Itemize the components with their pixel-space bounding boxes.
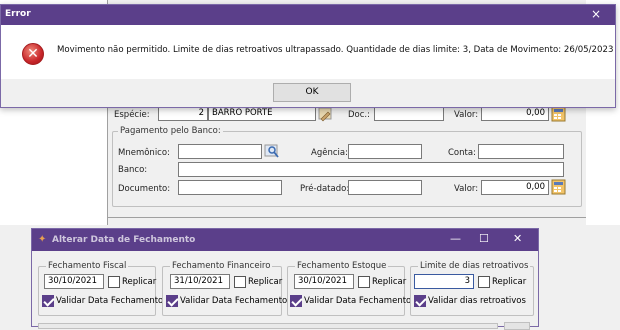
predatado-label: Pré-datado: [300,184,350,194]
bottom-panel [38,323,498,329]
valor-top-field[interactable]: 0,00 [481,106,549,121]
error-dialog: Error × ✕ Movimento não permitido. Limit… [0,4,616,108]
error-message: Movimento não permitido. Limite de dias … [57,45,614,55]
replicar-checkbox[interactable] [478,276,490,288]
replicar-checkbox[interactable] [234,276,246,288]
replicar-label: Replicar [248,277,283,287]
maximize-icon[interactable]: ☐ [479,232,489,245]
error-titlebar: Error × [1,5,615,25]
close-icon[interactable]: × [591,7,601,21]
doc-label: Doc.: [348,110,370,120]
conta-label: Conta: [448,148,476,158]
validar-label: Validar dias retroativos [428,296,526,306]
agencia-field[interactable] [348,144,422,159]
group-legend: Fechamento Financeiro [170,261,273,271]
calculator-icon[interactable] [551,179,567,195]
dialog-title: Alterar Data de Fechamento [52,235,196,245]
valor-field[interactable]: 0,00 [481,180,549,195]
valor-top-label: Valor: [454,110,479,120]
lookup-icon[interactable] [318,106,334,122]
especie-code-field[interactable]: 2 [158,106,208,121]
especie-name-field[interactable]: BARRO PORTE [208,106,316,121]
error-footer: OK [1,79,615,107]
error-title: Error [5,9,31,19]
group-legend: Fechamento Fiscal [46,261,129,271]
validar-checkbox[interactable] [166,295,178,307]
replicar-label: Replicar [372,277,407,287]
validar-checkbox[interactable] [290,295,302,307]
replicar-checkbox[interactable] [108,276,120,288]
validar-label: Validar Data Fechamento [304,296,412,306]
group-legend: Limite de dias retroativos [418,261,531,271]
pagamento-banco-legend: Pagamento pelo Banco: [118,126,223,136]
documento-label: Documento: [118,184,171,194]
validar-label: Validar Data Fechamento [180,296,288,306]
error-body: ✕ Movimento não permitido. Limite de dia… [1,25,615,79]
dialog-titlebar: ✦ Alterar Data de Fechamento — ☐ ✕ [32,229,538,251]
mnemonico-label: Mnemônico: [118,148,170,158]
validar-checkbox[interactable] [42,295,54,307]
fiscal-date-field[interactable]: 30/10/2021 [44,274,104,289]
validar-label: Validar Data Fechamento [56,296,164,306]
conta-field[interactable] [478,144,564,159]
documento-field[interactable] [178,180,282,195]
valor-label: Valor: [454,184,479,194]
validar-checkbox[interactable] [414,295,426,307]
replicar-label: Replicar [492,277,527,287]
mnemonico-field[interactable] [178,144,262,159]
banco-label: Banco: [118,165,148,175]
predatado-field[interactable] [348,180,422,195]
financeiro-date-field[interactable]: 31/10/2021 [170,274,230,289]
group-legend: Fechamento Estoque [295,261,389,271]
lookup-icon[interactable] [264,143,280,159]
replicar-checkbox[interactable] [358,276,370,288]
agencia-label: Agência: [311,148,348,158]
close-icon[interactable]: ✕ [513,232,522,245]
ok-button[interactable]: OK [273,83,351,102]
limite-dias-field[interactable]: 3 [414,274,474,289]
minimize-icon[interactable]: — [450,232,461,245]
replicar-label: Replicar [122,277,157,287]
banco-field[interactable] [178,162,564,177]
calculator-icon[interactable] [551,106,567,122]
alterar-data-dialog: ✦ Alterar Data de Fechamento — ☐ ✕ Fecha… [31,228,539,330]
app-icon: ✦ [38,234,47,245]
bottom-button[interactable] [504,322,530,330]
error-x-icon: ✕ [22,43,44,65]
estoque-date-field[interactable]: 30/10/2021 [294,274,354,289]
especie-label: Espécie: [114,110,150,120]
doc-field[interactable] [374,106,444,121]
